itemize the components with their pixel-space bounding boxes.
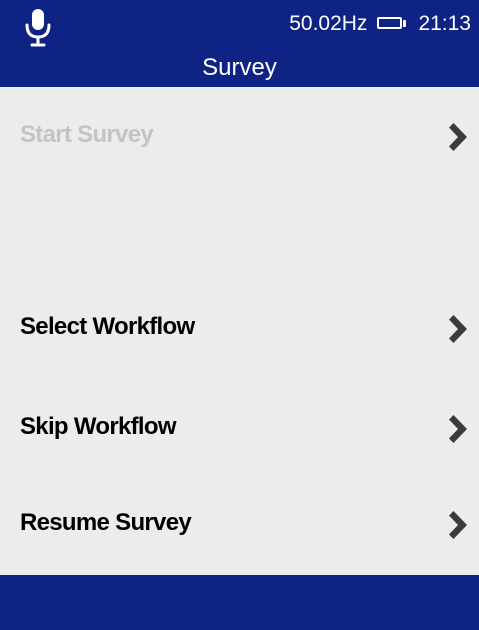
microphone-icon — [25, 9, 51, 47]
chevron-right-icon — [449, 511, 467, 539]
battery-icon — [377, 17, 408, 31]
menu-item-label: Skip Workflow — [20, 413, 177, 440]
footer-bar — [0, 575, 479, 630]
header-bar: 50.02Hz 21:13 Survey — [0, 0, 479, 87]
status-indicators: 50.02Hz 21:13 — [289, 12, 471, 36]
menu-item-label: Select Workflow — [20, 313, 195, 340]
chevron-right-icon — [449, 415, 467, 443]
menu-list: Start Survey Select Workflow Skip Workfl… — [0, 87, 479, 575]
frequency-readout: 50.02Hz — [289, 12, 368, 35]
menu-item-label: Start Survey — [20, 121, 154, 148]
menu-item-skip-workflow[interactable]: Skip Workflow — [0, 398, 479, 458]
clock-time: 21:13 — [418, 12, 471, 35]
menu-item-select-workflow[interactable]: Select Workflow — [0, 298, 479, 358]
survey-screen: 50.02Hz 21:13 Survey Start Survey Select… — [0, 0, 479, 630]
page-title: Survey — [202, 54, 277, 81]
menu-item-start-survey: Start Survey — [0, 106, 479, 166]
menu-item-label: Resume Survey — [20, 509, 192, 536]
menu-item-resume-survey[interactable]: Resume Survey — [0, 494, 479, 554]
chevron-right-icon — [449, 123, 467, 151]
chevron-right-icon — [449, 315, 467, 343]
